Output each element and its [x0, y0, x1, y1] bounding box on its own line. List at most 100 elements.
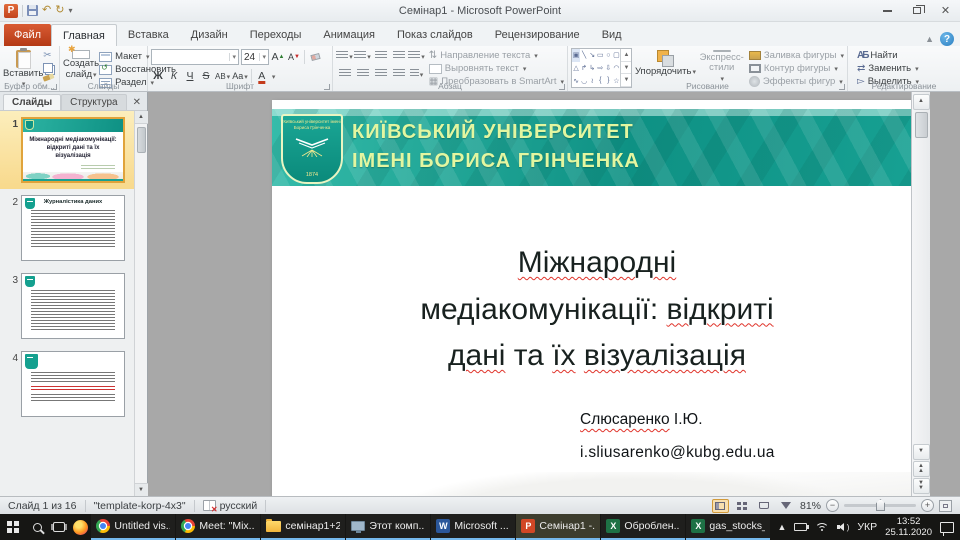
panel-scroll-down-icon[interactable]: ▼ — [135, 483, 148, 496]
font-size-combobox[interactable]: 24▾ — [241, 49, 269, 65]
shape-icon[interactable]: ↳ — [588, 62, 596, 75]
language-switcher[interactable]: УКР — [857, 521, 877, 533]
shape-icon[interactable]: ▣ — [572, 49, 580, 62]
shape-outline-button[interactable]: Контур фигуры — [749, 63, 844, 74]
slide-sorter-button[interactable] — [734, 499, 751, 513]
align-left-button[interactable] — [336, 66, 353, 81]
font-dialog-launcher[interactable] — [324, 84, 330, 90]
zoom-slider[interactable] — [844, 504, 916, 507]
new-slide-button[interactable]: Создать слайд — [63, 48, 99, 80]
slide-thumbnail-3[interactable]: 3 — [0, 267, 134, 345]
tab-slideshow[interactable]: Показ слайдов — [386, 24, 484, 46]
align-right-button[interactable] — [372, 66, 389, 81]
tab-file[interactable]: Файл — [4, 24, 51, 46]
previous-slide-button[interactable]: ▲▲ — [913, 461, 930, 477]
columns-button[interactable] — [408, 66, 425, 81]
align-text-button[interactable]: Выровнять текст — [429, 63, 564, 74]
shape-icon[interactable]: ▢ — [612, 49, 620, 62]
normal-view-button[interactable] — [712, 499, 729, 513]
author-block[interactable]: Слюсаренко І.Ю. i.sliusarenko@kubg.edu.u… — [580, 412, 775, 460]
drawing-dialog-launcher[interactable] — [839, 84, 845, 90]
template-name[interactable]: "template-korp-4x3" — [86, 497, 194, 514]
panel-tab-slides[interactable]: Слайды — [3, 94, 61, 110]
justify-button[interactable] — [390, 66, 407, 81]
panel-scroll-up-icon[interactable]: ▲ — [135, 111, 148, 124]
panel-scrollbar[interactable]: ▲ ▼ — [134, 111, 147, 496]
shape-icon[interactable]: ↱ — [580, 62, 588, 75]
vertical-scrollbar[interactable]: ▲ ▼ ▲▲ ▼▼ — [911, 92, 930, 496]
restore-button[interactable] — [902, 1, 931, 21]
zoom-level[interactable]: 81% — [800, 500, 821, 512]
shape-fill-button[interactable]: Заливка фигуры — [749, 50, 844, 61]
shape-icon[interactable]: ╲ — [580, 49, 588, 62]
slide-title[interactable]: Міжнародні медіакомунікації: відкриті да… — [312, 240, 882, 380]
align-center-button[interactable] — [354, 66, 371, 81]
reading-view-button[interactable] — [756, 499, 773, 513]
spellcheck-status[interactable]: русский — [195, 497, 266, 514]
gallery-scroll-down-icon[interactable]: ▼ — [621, 62, 631, 75]
tab-insert[interactable]: Вставка — [117, 24, 180, 46]
task-view-button[interactable] — [48, 514, 70, 540]
tab-review[interactable]: Рецензирование — [484, 24, 591, 46]
next-slide-button[interactable]: ▼▼ — [913, 478, 930, 494]
shrink-font-button[interactable]: А▼ — [287, 50, 301, 65]
cut-icon[interactable]: ✂ — [43, 51, 54, 61]
scroll-thumb[interactable] — [915, 112, 928, 138]
arrange-button[interactable]: Упорядочить — [636, 48, 694, 80]
increase-indent-button[interactable] — [390, 48, 407, 63]
slide-counter[interactable]: Слайд 1 из 16 — [0, 497, 85, 514]
tab-view[interactable]: Вид — [591, 24, 633, 46]
replace-button[interactable]: ⇄Заменить — [857, 63, 957, 74]
slide-editing-area[interactable]: Київський університет імені Бориса Грінч… — [272, 100, 922, 540]
taskbar-clock[interactable]: 13:52 25.11.2020 — [885, 516, 932, 539]
fit-to-window-button[interactable] — [939, 500, 952, 512]
slide-thumbnail-4[interactable]: 4 — [0, 345, 134, 423]
tab-transitions[interactable]: Переходы — [239, 24, 313, 46]
taskbar-app-powerpoint[interactable]: PСемінар1 -... — [516, 514, 600, 540]
tab-design[interactable]: Дизайн — [180, 24, 239, 46]
shape-icon[interactable]: ○ — [604, 49, 612, 62]
copy-icon[interactable] — [43, 63, 53, 73]
find-button[interactable]: АБНайти — [857, 50, 957, 61]
taskbar-app-explorer[interactable]: Этот комп... — [346, 514, 430, 540]
taskbar-search-button[interactable] — [26, 514, 48, 540]
zoom-slider-thumb[interactable] — [876, 499, 885, 511]
wifi-icon[interactable] — [815, 522, 829, 532]
minimize-button[interactable] — [873, 1, 902, 21]
slide-thumbnail-1[interactable]: 1 Міжнародні медіакомунікації: відкриті … — [0, 111, 134, 189]
decrease-indent-button[interactable] — [372, 48, 389, 63]
paragraph-dialog-launcher[interactable] — [559, 84, 565, 90]
shape-icon[interactable]: ⇩ — [604, 62, 612, 75]
tray-device-icon[interactable] — [794, 523, 807, 531]
font-name-combobox[interactable]: ▾ — [151, 49, 239, 65]
shape-icon[interactable]: ⇨ — [596, 62, 604, 75]
taskbar-app-excel-2[interactable]: Xgas_stocks_... — [686, 514, 770, 540]
tab-animations[interactable]: Анимация — [312, 24, 386, 46]
shape-icon[interactable]: △ — [572, 62, 580, 75]
taskbar-app-word[interactable]: WMicrosoft ... — [431, 514, 515, 540]
shape-icon[interactable]: ◠ — [612, 62, 620, 75]
slide-thumbnail-2[interactable]: 2 Журналістика даних — [0, 189, 134, 267]
volume-icon[interactable]: ) — [837, 522, 849, 532]
taskbar-app-chrome-1[interactable]: Untitled vis... — [91, 514, 175, 540]
taskbar-app-chrome-2[interactable]: Meet: "Мix... — [176, 514, 260, 540]
panel-close-icon[interactable]: ✕ — [127, 97, 147, 110]
taskbar-app-folder[interactable]: семінар1+2 — [261, 514, 345, 540]
start-button[interactable] — [0, 514, 26, 540]
zoom-out-button[interactable]: − — [826, 499, 839, 512]
quick-styles-button[interactable]: Экспресс-стили — [698, 48, 744, 80]
close-button[interactable]: ✕ — [931, 1, 960, 21]
shape-icon[interactable]: ▭ — [596, 49, 604, 62]
ribbon-collapse-icon[interactable]: ▲ — [925, 34, 934, 44]
zoom-in-button[interactable]: + — [921, 499, 934, 512]
tab-home[interactable]: Главная — [51, 24, 117, 46]
gallery-scroll-up-icon[interactable]: ▲ — [621, 49, 631, 62]
help-button[interactable]: ? — [940, 32, 954, 46]
grow-font-button[interactable]: А▲ — [271, 50, 285, 65]
tray-expand-icon[interactable]: ▲ — [777, 522, 786, 532]
line-spacing-button[interactable] — [408, 48, 425, 63]
action-center-icon[interactable] — [940, 522, 954, 533]
panel-scroll-thumb[interactable] — [137, 127, 146, 153]
bullets-button[interactable] — [336, 48, 353, 63]
clear-formatting-button[interactable] — [308, 50, 322, 65]
